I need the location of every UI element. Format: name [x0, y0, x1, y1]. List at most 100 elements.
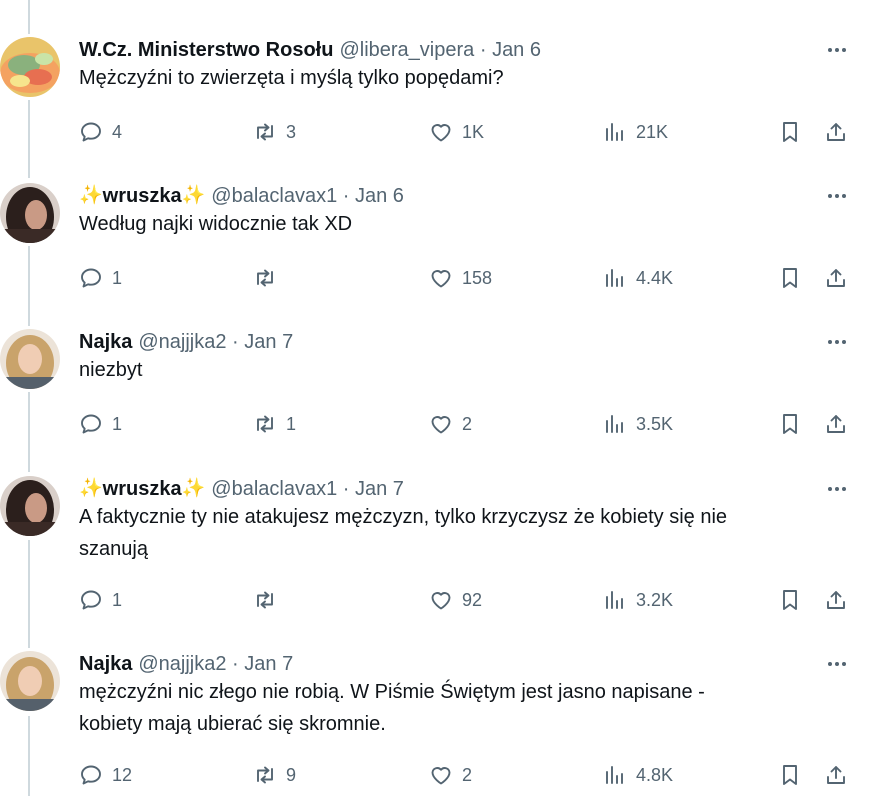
more-options-icon[interactable]: [824, 37, 850, 63]
tweet-date[interactable]: Jan 6: [492, 37, 541, 63]
heart-icon: [431, 270, 451, 288]
sparkle-emoji: ✨: [79, 185, 103, 206]
avatar[interactable]: [0, 476, 60, 536]
views-icon: [606, 591, 623, 609]
views-button[interactable]: 3.5K: [603, 411, 673, 437]
share-icon: [827, 269, 845, 287]
retweet-button[interactable]: 9: [253, 762, 296, 788]
retweet-button[interactable]: 3: [253, 119, 296, 145]
bookmark-button[interactable]: [778, 265, 802, 291]
retweet-button[interactable]: [253, 587, 286, 613]
avatar[interactable]: [0, 37, 60, 97]
share-button[interactable]: [824, 587, 848, 613]
user-handle[interactable]: @najjjka2: [138, 329, 226, 355]
share-button[interactable]: [824, 265, 848, 291]
display-name[interactable]: W.Cz. Ministerstwo Rosołu: [79, 37, 333, 63]
retweet-count: 1: [286, 413, 297, 434]
heart-icon: [431, 416, 451, 434]
action-bar: 4 3 1K 21K: [79, 119, 869, 145]
share-icon: [827, 591, 845, 609]
tweet[interactable]: ✨ wruszka ✨ @balaclavax1 · Jan 7 A fakty…: [0, 476, 872, 626]
action-bar: 1 92 3.2K: [79, 587, 869, 613]
like-count: 2: [462, 413, 473, 434]
tweet-header: ✨ wruszka ✨ @balaclavax1 · Jan 6: [79, 183, 404, 209]
reply-button[interactable]: 1: [79, 411, 122, 437]
bookmark-button[interactable]: [778, 411, 802, 437]
user-handle[interactable]: @najjjka2: [138, 651, 226, 677]
views-count: 4.4K: [636, 267, 674, 288]
reply-icon: [81, 414, 101, 434]
tweet-date[interactable]: Jan 7: [355, 476, 404, 502]
share-button[interactable]: [824, 762, 848, 788]
views-icon: [606, 123, 623, 141]
avatar[interactable]: [0, 183, 60, 243]
views-button[interactable]: 21K: [603, 119, 668, 145]
reply-button[interactable]: 4: [79, 119, 122, 145]
more-options-icon[interactable]: [824, 476, 850, 502]
display-name[interactable]: wruszka: [103, 476, 182, 502]
more-options-icon[interactable]: [824, 329, 850, 355]
user-handle[interactable]: @balaclavax1: [211, 476, 337, 502]
reply-button[interactable]: 1: [79, 265, 122, 291]
bookmark-icon: [783, 414, 797, 434]
share-icon: [827, 415, 845, 433]
views-button[interactable]: 3.2K: [603, 587, 673, 613]
reply-count: 1: [112, 413, 123, 434]
tweet[interactable]: Najka @najjjka2 · Jan 7 mężczyźni nic zł…: [0, 651, 872, 796]
views-count: 21K: [636, 121, 669, 142]
display-name[interactable]: Najka: [79, 329, 132, 355]
heart-icon: [431, 767, 451, 785]
reply-button[interactable]: 12: [79, 762, 132, 788]
like-button[interactable]: 92: [429, 587, 482, 613]
share-button[interactable]: [824, 119, 848, 145]
views-icon: [606, 269, 623, 287]
bookmark-button[interactable]: [778, 762, 802, 788]
views-count: 3.2K: [636, 589, 674, 610]
tweet-text: A faktycznie ty nie atakujesz mężczyzn, …: [79, 506, 728, 560]
display-name[interactable]: Najka: [79, 651, 132, 677]
display-name[interactable]: wruszka: [103, 183, 182, 209]
reply-count: 12: [112, 764, 133, 785]
retweet-icon: [257, 766, 273, 784]
views-button[interactable]: 4.4K: [603, 265, 673, 291]
bookmark-button[interactable]: [778, 119, 802, 145]
tweet[interactable]: Najka @najjjka2 · Jan 7 niezbyt 1 1 2 3.…: [0, 329, 872, 449]
retweet-button[interactable]: [253, 265, 286, 291]
avatar[interactable]: [0, 651, 60, 711]
user-handle[interactable]: @libera_vipera: [339, 37, 474, 63]
tweet-date[interactable]: Jan 7: [244, 329, 293, 355]
views-count: 3.5K: [636, 413, 674, 434]
reply-button[interactable]: 1: [79, 587, 122, 613]
tweet-header: ✨ wruszka ✨ @balaclavax1 · Jan 7: [79, 476, 404, 502]
avatar[interactable]: [0, 329, 60, 389]
more-options-icon[interactable]: [824, 651, 850, 677]
like-button[interactable]: 1K: [429, 119, 484, 145]
views-button[interactable]: 4.8K: [603, 762, 673, 788]
like-button[interactable]: 2: [429, 762, 472, 788]
more-options-icon[interactable]: [824, 183, 850, 209]
views-count: 4.8K: [636, 764, 674, 785]
like-count: 1K: [462, 121, 485, 142]
views-icon: [606, 415, 623, 433]
like-button[interactable]: 158: [429, 265, 492, 291]
tweet[interactable]: W.Cz. Ministerstwo Rosołu @libera_vipera…: [0, 37, 872, 157]
thread-line: [28, 0, 30, 34]
reply-count: 1: [112, 267, 123, 288]
user-handle[interactable]: @balaclavax1: [211, 183, 337, 209]
retweet-button[interactable]: 1: [253, 411, 296, 437]
tweet-header: Najka @najjjka2 · Jan 7: [79, 329, 293, 355]
tweet-date[interactable]: Jan 7: [244, 651, 293, 677]
bookmark-icon: [783, 268, 797, 288]
tweet-header: W.Cz. Ministerstwo Rosołu @libera_vipera…: [79, 37, 541, 63]
tweet[interactable]: ✨ wruszka ✨ @balaclavax1 · Jan 6 Według …: [0, 183, 872, 303]
tweet-date[interactable]: Jan 6: [355, 183, 404, 209]
retweet-icon: [257, 591, 273, 609]
action-bar: 12 9 2 4.8K: [79, 762, 869, 788]
bookmark-button[interactable]: [778, 587, 802, 613]
tweet-text: mężczyźni nic złego nie robią. W Piśmie …: [79, 681, 705, 735]
share-button[interactable]: [824, 411, 848, 437]
like-button[interactable]: 2: [429, 411, 472, 437]
like-count: 158: [462, 267, 493, 288]
share-icon: [827, 123, 845, 141]
bookmark-icon: [783, 765, 797, 785]
